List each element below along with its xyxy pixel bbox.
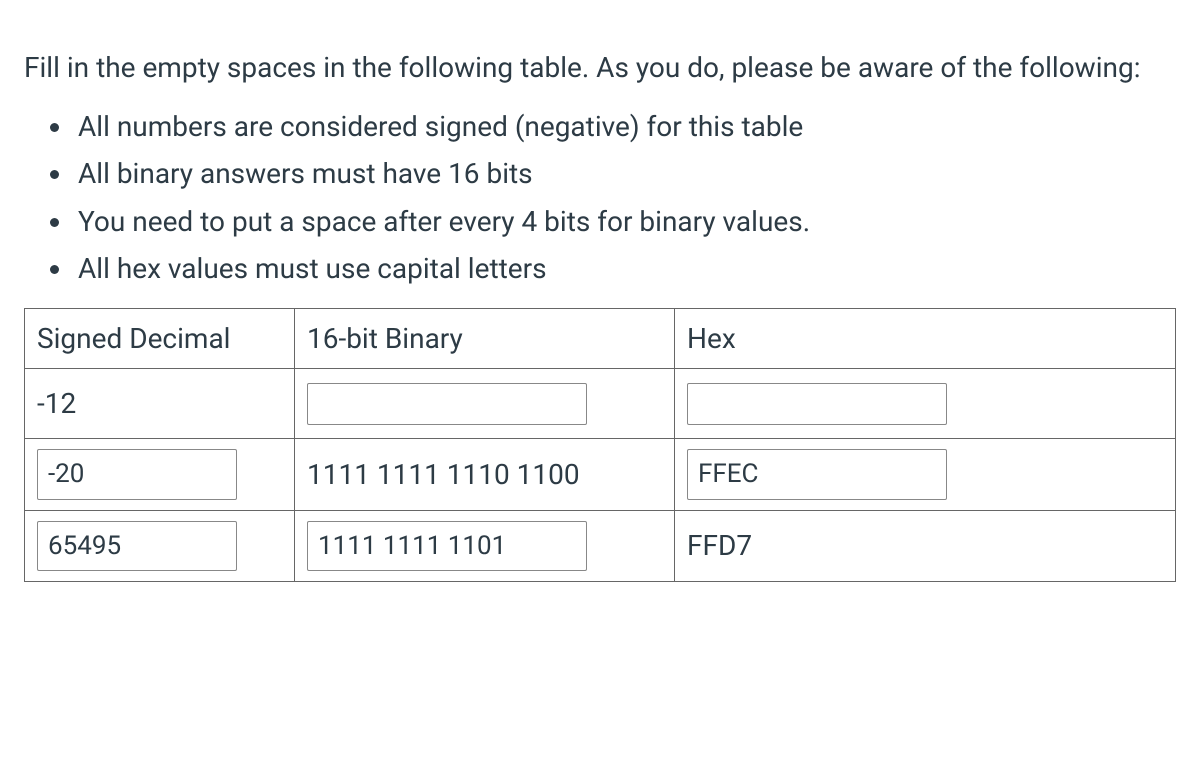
bullet-item: All binary answers must have 16 bits [74, 154, 1176, 193]
cell-hex-static: FFD7 [687, 529, 752, 562]
bullet-item: You need to put a space after every 4 bi… [74, 202, 1176, 241]
conversion-table: Signed Decimal 16-bit Binary Hex -12 -20… [24, 308, 1176, 582]
bullet-item: All hex values must use capital letters [74, 249, 1176, 288]
header-hex: Hex [675, 308, 1176, 368]
decimal-input[interactable]: 65495 [37, 521, 237, 571]
binary-input[interactable]: 1111 1111 1101 [307, 521, 587, 571]
decimal-input[interactable]: -20 [37, 449, 237, 499]
table-header-row: Signed Decimal 16-bit Binary Hex [25, 308, 1176, 368]
hex-input[interactable] [687, 383, 947, 425]
table-row: -20 1111 1111 1110 1100 FFEC [25, 439, 1176, 510]
table-row: 65495 1111 1111 1101 FFD7 [25, 510, 1176, 581]
binary-input[interactable] [307, 383, 587, 425]
instruction-text: Fill in the empty spaces in the followin… [24, 48, 1176, 87]
header-16bit-binary: 16-bit Binary [295, 308, 675, 368]
header-signed-decimal: Signed Decimal [25, 308, 295, 368]
instruction-list: All numbers are considered signed (negat… [24, 107, 1176, 288]
cell-binary-static: 1111 1111 1110 1100 [307, 458, 580, 491]
cell-decimal-static: -12 [37, 387, 76, 420]
hex-input[interactable]: FFEC [687, 449, 947, 499]
bullet-item: All numbers are considered signed (negat… [74, 107, 1176, 146]
table-row: -12 [25, 369, 1176, 439]
